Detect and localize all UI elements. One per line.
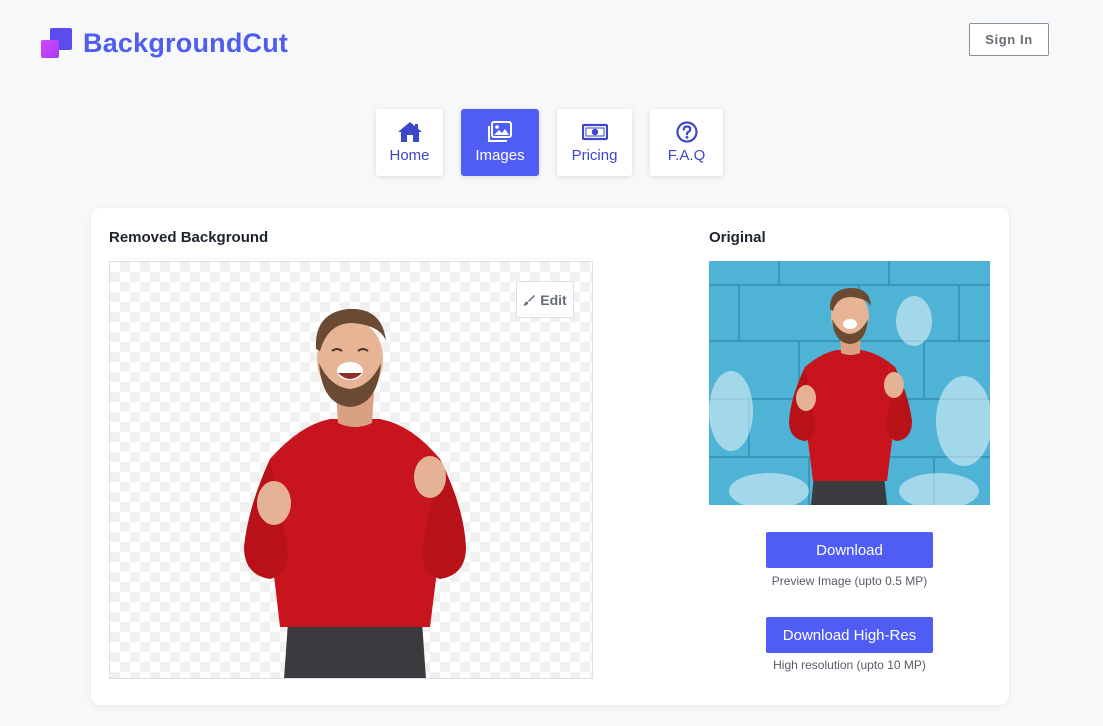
tab-images-label: Images bbox=[475, 147, 525, 164]
tab-pricing[interactable]: Pricing bbox=[557, 109, 632, 176]
money-icon bbox=[581, 123, 608, 141]
brush-icon bbox=[523, 294, 536, 306]
question-circle-icon bbox=[675, 121, 698, 143]
original-photo-image bbox=[709, 261, 990, 505]
download-button[interactable]: Download bbox=[766, 532, 933, 568]
original-title: Original bbox=[709, 229, 766, 246]
original-image bbox=[709, 261, 990, 505]
tab-pricing-label: Pricing bbox=[571, 147, 618, 164]
result-card: Removed Background Original Edit Downloa… bbox=[91, 208, 1009, 705]
home-icon bbox=[397, 122, 422, 142]
tab-images[interactable]: Images bbox=[461, 109, 539, 176]
tab-faq[interactable]: F.A.Q bbox=[650, 109, 723, 176]
tab-faq-label: F.A.Q bbox=[667, 147, 706, 164]
removed-background-title: Removed Background bbox=[109, 229, 269, 246]
edit-label: Edit bbox=[540, 291, 567, 308]
tab-home[interactable]: Home bbox=[376, 109, 443, 176]
logo-mark-icon bbox=[40, 26, 74, 60]
sign-in-button[interactable]: Sign In bbox=[969, 23, 1049, 56]
brand-name: BackgroundCut bbox=[83, 27, 289, 58]
tab-home-label: Home bbox=[389, 147, 430, 164]
person-cutout-image bbox=[244, 308, 466, 678]
removed-background-image: Edit bbox=[109, 261, 593, 679]
images-icon bbox=[488, 121, 512, 142]
brand-logo[interactable]: BackgroundCut bbox=[40, 26, 288, 60]
download-preview-note: Preview Image (upto 0.5 MP) bbox=[771, 574, 928, 588]
download-high-res-button[interactable]: Download High-Res bbox=[766, 617, 933, 653]
edit-button[interactable]: Edit bbox=[516, 281, 574, 318]
download-high-res-note: High resolution (upto 10 MP) bbox=[773, 658, 926, 672]
